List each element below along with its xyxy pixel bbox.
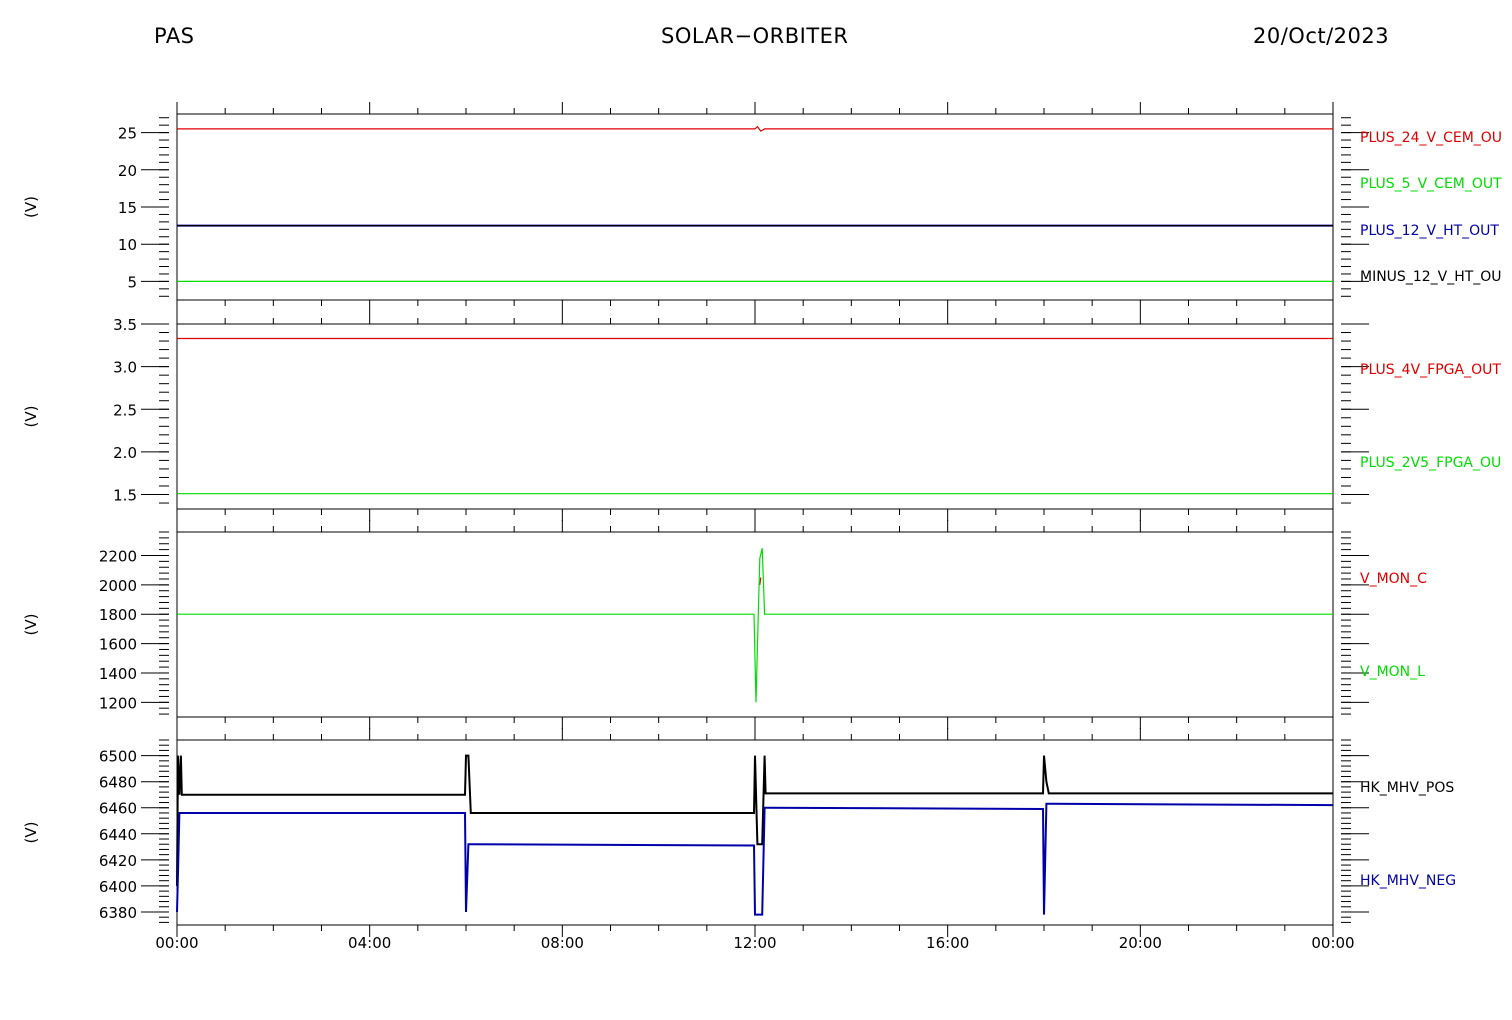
y-tick-label: 3.5: [113, 316, 137, 334]
y-tick-label: 1400: [99, 665, 137, 683]
y-tick-label: 2200: [99, 547, 137, 565]
legend-label: PLUS_24_V_CEM_OU: [1360, 130, 1502, 146]
y-tick-label: 1.5: [113, 487, 137, 505]
y-axis-label: (V): [22, 822, 40, 844]
y-tick-label: 6460: [99, 800, 137, 818]
y-tick-label: 6420: [99, 852, 137, 870]
panel-2-frame: [176, 323, 1334, 510]
timeseries-plot: 5 10 15 20 25 (V) PLUS_24_V_CEM_OU PLUS_5_V_CEM…: [22, 102, 1502, 952]
legend-label: PLUS_5_V_CEM_OUT: [1360, 176, 1502, 192]
series-line-v_mon_c: [759, 577, 762, 585]
y-tick-label: 25: [118, 125, 137, 143]
series-line-hk_mhv_neg: [176, 802, 1334, 916]
x-tick-label: 20:00: [1119, 934, 1162, 952]
x-tick-label: 16:00: [926, 934, 969, 952]
panel-3-frame: [176, 531, 1334, 718]
y-tick-label: 6380: [99, 904, 137, 922]
legend-label: HK_MHV_NEG: [1360, 873, 1456, 889]
legend-label: V_MON_L: [1360, 664, 1425, 680]
y-tick-label: 20: [118, 162, 137, 180]
y-axis-label: (V): [22, 196, 40, 218]
y-tick-label: 6440: [99, 826, 137, 844]
y-tick-label: 2000: [99, 577, 137, 595]
x-tick-label: 00:00: [1311, 934, 1354, 952]
x-tick-label: 08:00: [541, 934, 584, 952]
y-tick-label: 1800: [99, 606, 137, 624]
y-tick-label: 10: [118, 236, 137, 254]
y-tick-label: 15: [118, 199, 137, 217]
y-tick-label: 6480: [99, 774, 137, 792]
legend-label: V_MON_C: [1360, 571, 1427, 587]
legend-label: PLUS_2V5_FPGA_OU: [1360, 455, 1501, 471]
y-tick-label: 2.5: [113, 401, 137, 419]
legend-label: HK_MHV_POS: [1360, 780, 1454, 796]
x-tick-label: 00:00: [155, 934, 198, 952]
y-axis-label: (V): [22, 614, 40, 636]
x-tick-label: 12:00: [733, 934, 776, 952]
y-tick-label: 6500: [99, 748, 137, 766]
legend-label: PLUS_4V_FPGA_OUT: [1360, 362, 1501, 378]
series-line-plus_24_v_cem_ou: [177, 125, 1333, 132]
legend-label: MINUS_12_V_HT_OU: [1360, 269, 1502, 285]
y-tick-label: 3.0: [113, 359, 137, 377]
y-tick-label: 5: [127, 273, 137, 291]
panel-1-frame: [176, 113, 1334, 301]
legend-label: PLUS_12_V_HT_OUT: [1360, 223, 1499, 239]
y-tick-label: 6400: [99, 878, 137, 896]
x-tick-label: 04:00: [348, 934, 391, 952]
y-tick-label: 1600: [99, 636, 137, 654]
y-tick-label: 2.0: [113, 444, 137, 462]
series-line-v_mon_l: [177, 548, 1333, 703]
y-axis-label: (V): [22, 406, 40, 428]
y-tick-label: 1200: [99, 694, 137, 712]
